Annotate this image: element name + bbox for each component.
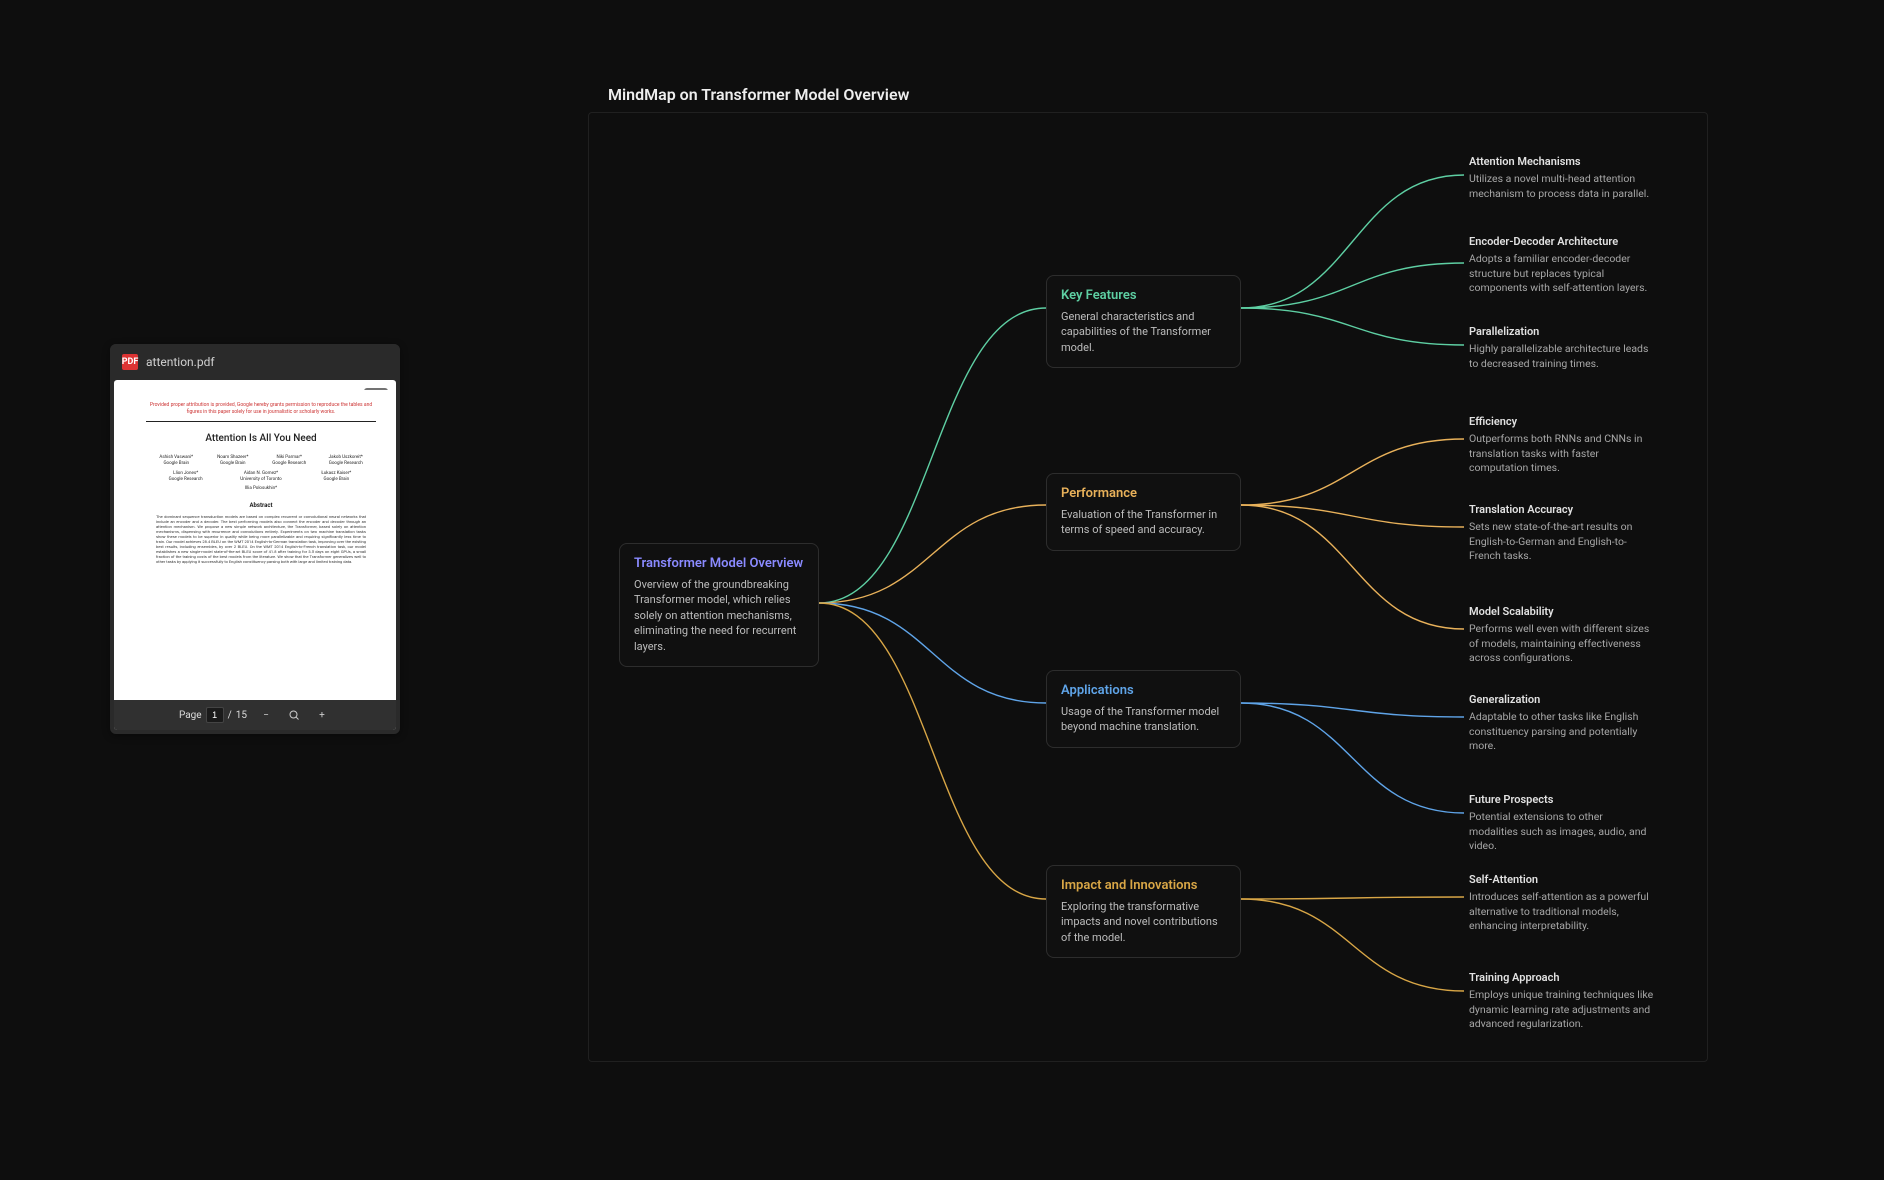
- zoom-reset-button[interactable]: [285, 706, 303, 724]
- leaf-desc: Utilizes a novel multi-head attention me…: [1469, 172, 1654, 201]
- zoom-out-button[interactable]: −: [257, 706, 275, 724]
- leaf-title: Generalization: [1469, 693, 1654, 706]
- pdf-footer-toolbar: Page / 15 − +: [114, 700, 396, 730]
- leaf-title: Parallelization: [1469, 325, 1654, 338]
- leaf-desc: Adopts a familiar encoder-decoder struct…: [1469, 252, 1654, 296]
- branch-title: Performance: [1061, 486, 1226, 501]
- mindmap-root-node[interactable]: Transformer Model Overview Overview of t…: [619, 543, 819, 667]
- leaf-title: Model Scalability: [1469, 605, 1654, 618]
- branch-applications[interactable]: Applications Usage of the Transformer mo…: [1046, 670, 1241, 748]
- branch-desc: General characteristics and capabilities…: [1061, 309, 1226, 355]
- branch-title: Applications: [1061, 683, 1226, 698]
- leaf-desc: Sets new state-of-the-art results on Eng…: [1469, 520, 1654, 564]
- leaf-model-scalability[interactable]: Model Scalability Performs well even wit…: [1469, 605, 1654, 666]
- pdf-authors: Ashish Vaswani*Google Brain Noam Shazeer…: [150, 455, 372, 492]
- leaf-future-prospects[interactable]: Future Prospects Potential extensions to…: [1469, 793, 1654, 854]
- branch-title: Impact and Innovations: [1061, 878, 1226, 893]
- pdf-page-input[interactable]: [206, 707, 224, 723]
- leaf-training-approach[interactable]: Training Approach Employs unique trainin…: [1469, 971, 1654, 1032]
- leaf-title: Training Approach: [1469, 971, 1654, 984]
- root-desc: Overview of the groundbreaking Transform…: [634, 577, 804, 654]
- leaf-title: Encoder-Decoder Architecture: [1469, 235, 1654, 248]
- zoom-in-button[interactable]: +: [313, 706, 331, 724]
- leaf-efficiency[interactable]: Efficiency Outperforms both RNNs and CNN…: [1469, 415, 1654, 476]
- branch-desc: Exploring the transformative impacts and…: [1061, 899, 1226, 945]
- mindmap-heading: MindMap on Transformer Model Overview: [608, 85, 909, 104]
- leaf-desc: Outperforms both RNNs and CNNs in transl…: [1469, 432, 1654, 476]
- leaf-desc: Introduces self-attention as a powerful …: [1469, 890, 1654, 934]
- leaf-self-attention[interactable]: Self-Attention Introduces self-attention…: [1469, 873, 1654, 934]
- leaf-generalization[interactable]: Generalization Adaptable to other tasks …: [1469, 693, 1654, 754]
- pdf-document-page[interactable]: Provided proper attribution is provided,…: [132, 390, 390, 694]
- branch-impact[interactable]: Impact and Innovations Exploring the tra…: [1046, 865, 1241, 958]
- root-title: Transformer Model Overview: [634, 556, 804, 571]
- branch-key-features[interactable]: Key Features General characteristics and…: [1046, 275, 1241, 368]
- leaf-desc: Adaptable to other tasks like English co…: [1469, 710, 1654, 754]
- pdf-notice: Provided proper attribution is provided,…: [146, 402, 376, 415]
- pdf-abstract-body: The dominant sequence transduction model…: [156, 514, 366, 564]
- pdf-page-total: 15: [236, 710, 247, 721]
- leaf-title: Translation Accuracy: [1469, 503, 1654, 516]
- leaf-desc: Employs unique training techniques like …: [1469, 988, 1654, 1032]
- branch-desc: Usage of the Transformer model beyond ma…: [1061, 704, 1226, 735]
- pdf-paper-title: Attention Is All You Need: [146, 432, 376, 445]
- leaf-title: Attention Mechanisms: [1469, 155, 1654, 168]
- leaf-title: Future Prospects: [1469, 793, 1654, 806]
- pdf-header: PDF attention.pdf: [110, 344, 400, 380]
- branch-performance[interactable]: Performance Evaluation of the Transforme…: [1046, 473, 1241, 551]
- leaf-desc: Potential extensions to other modalities…: [1469, 810, 1654, 854]
- leaf-desc: Performs well even with different sizes …: [1469, 622, 1654, 666]
- pdf-body: arXiv:1706.03762v7 [cs.CL] 2 Aug 2023 Pr…: [114, 380, 396, 730]
- pdf-page-label: Page: [179, 710, 202, 721]
- pdf-page-sep: /: [228, 710, 232, 721]
- leaf-parallelization[interactable]: Parallelization Highly parallelizable ar…: [1469, 325, 1654, 371]
- branch-title: Key Features: [1061, 288, 1226, 303]
- pdf-page-indicator: Page / 15: [179, 707, 247, 723]
- branch-desc: Evaluation of the Transformer in terms o…: [1061, 507, 1226, 538]
- leaf-translation-accuracy[interactable]: Translation Accuracy Sets new state-of-t…: [1469, 503, 1654, 564]
- leaf-title: Self-Attention: [1469, 873, 1654, 886]
- pdf-file-icon: PDF: [122, 354, 138, 370]
- leaf-attention-mechanisms[interactable]: Attention Mechanisms Utilizes a novel mu…: [1469, 155, 1654, 201]
- leaf-title: Efficiency: [1469, 415, 1654, 428]
- pdf-filename: attention.pdf: [146, 355, 215, 369]
- pdf-abstract-heading: Abstract: [146, 502, 376, 510]
- pdf-preview-panel: PDF attention.pdf arXiv:1706.03762v7 [cs…: [110, 344, 400, 734]
- mindmap-canvas[interactable]: Transformer Model Overview Overview of t…: [588, 112, 1708, 1062]
- leaf-desc: Highly parallelizable architecture leads…: [1469, 342, 1654, 371]
- leaf-encoder-decoder[interactable]: Encoder-Decoder Architecture Adopts a fa…: [1469, 235, 1654, 296]
